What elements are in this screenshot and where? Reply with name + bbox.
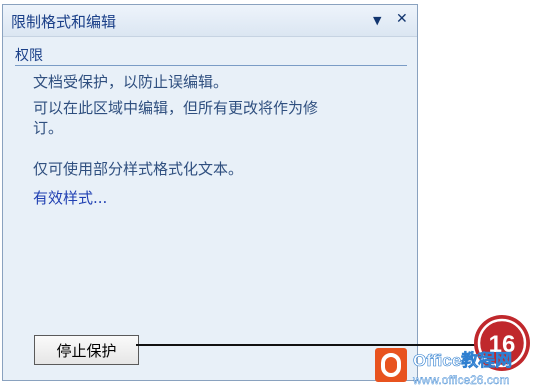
style-restriction-message: 仅可使用部分样式格式化文本。 xyxy=(33,160,244,178)
watermark-brand: Office教程网 xyxy=(413,350,512,370)
pane-titlebar: 限制格式和编辑 ▼ ✕ xyxy=(3,5,417,37)
edit-region-message-line1: 可以在此区域中编辑，但所有更改将作为修 xyxy=(33,99,319,117)
section-divider xyxy=(15,65,407,66)
edit-region-message-line2: 订。 xyxy=(33,119,64,137)
restrict-formatting-pane: 限制格式和编辑 ▼ ✕ 权限 文档受保护，以防止误编辑。 可以在此区域中编辑，但… xyxy=(2,4,418,381)
stop-protection-button[interactable]: 停止保护 xyxy=(34,335,139,365)
office26-watermark: Office教程网 www.office26.com xyxy=(375,348,512,387)
watermark-url: www.office26.com xyxy=(412,373,510,387)
chevron-down-icon[interactable]: ▼ xyxy=(373,12,381,30)
protection-message: 文档受保护，以防止误编辑。 xyxy=(33,73,229,91)
close-icon[interactable]: ✕ xyxy=(396,10,408,28)
pane-title: 限制格式和编辑 xyxy=(11,13,117,31)
section-heading-permissions: 权限 xyxy=(15,48,43,64)
screenshot-canvas: 限制格式和编辑 ▼ ✕ 权限 文档受保护，以防止误编辑。 可以在此区域中编辑，但… xyxy=(0,0,537,391)
valid-styles-link[interactable]: 有效样式... xyxy=(33,188,107,208)
